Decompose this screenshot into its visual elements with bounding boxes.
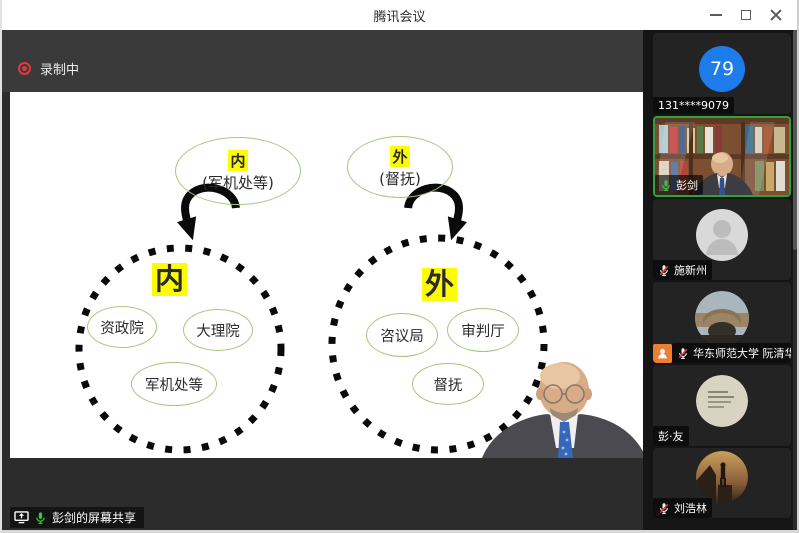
participant-name: 施新州 [674,262,707,278]
node-label: 大理院 [196,320,240,341]
sunset-avatar-image [696,451,748,503]
document-avatar-image [696,375,748,427]
left-group-title: 内 [152,263,187,296]
role-badge [653,344,672,363]
screen-share-icon [14,511,29,524]
person-silhouette-icon [696,209,748,261]
node-shenpanting: 审判厅 [447,308,519,352]
screen-share-label: 彭剑的屏幕共享 [52,509,136,526]
window-controls [701,0,791,30]
mic-muted-icon [658,264,670,277]
node-zouyiju: 咨议局 [366,313,438,357]
close-icon [770,9,782,21]
oval-outer-top: 外 (督抚) [347,136,453,198]
mic-on-icon [660,179,672,192]
mic-on-icon [34,511,47,525]
node-label: 审判厅 [461,320,505,341]
sidebar-scrollbar[interactable] [793,30,797,530]
avatar-photo [695,291,749,345]
oval-inner-top-sub: (军机处等) [202,172,274,193]
minimize-button[interactable] [701,0,731,30]
participant-tile-phone-user[interactable]: 79 131****9079 [653,33,791,114]
avatar-photo [696,375,748,427]
maximize-icon [741,10,751,20]
shared-slide: 内 (军机处等) 外 (督抚) 内 资政院 大理院 军机处等 [10,92,647,458]
screen-share-banner: 彭剑的屏幕共享 [10,507,144,528]
meeting-topbar: 录制中 [2,30,643,92]
participant-tile-shixinzhou[interactable]: 施新州 [653,199,791,280]
titlebar: 腾讯会议 [2,0,797,30]
avatar-number: 79 [699,46,745,92]
shared-screen-area: 录制中 [2,30,643,530]
participant-name: 131****9079 [658,99,729,112]
participant-name: 彭·友 [658,428,684,444]
meeting-content: 录制中 [2,30,797,530]
maximize-button[interactable] [731,0,761,30]
node-zizhengyuan: 资政院 [87,306,157,348]
avatar-placeholder [696,209,748,261]
recording-label: 录制中 [40,59,79,78]
person-badge-icon [656,347,669,360]
participant-tile-liuhaolin[interactable]: 刘浩林 [653,448,791,518]
meeting-window: 腾讯会议 录制中 [0,0,799,533]
mic-muted-icon [658,502,670,515]
presenter-camera-overlay [472,356,647,458]
avatar-photo [696,451,748,503]
bridge-avatar-image [695,291,749,345]
close-button[interactable] [761,0,791,30]
oval-outer-top-sub: (督抚) [379,168,421,189]
node-junjichu: 军机处等 [131,362,217,406]
right-group-title: 外 [422,268,457,301]
participant-tiles: 79 131****9079 [653,33,791,518]
node-label: 督抚 [434,374,463,395]
participant-tile-ruanqinghua[interactable]: 华东师范大学 阮清华 [653,282,791,363]
node-label: 军机处等 [145,374,203,395]
recording-indicator[interactable]: 录制中 [18,59,79,78]
oval-inner-top-title: 内 [228,150,247,171]
participant-name: 华东师范大学 阮清华 [693,345,791,361]
oval-inner-top: 内 (军机处等) [175,137,301,205]
window-title: 腾讯会议 [373,6,425,25]
minimize-icon [710,14,722,16]
participants-sidebar: 79 131****9079 [643,30,797,530]
node-label: 资政院 [100,317,144,338]
participant-tile-pengjian[interactable]: 彭剑 [653,116,791,197]
mic-muted-icon [677,347,689,360]
node-label: 咨议局 [380,325,424,346]
participant-name: 彭剑 [676,177,698,193]
node-daliyuan: 大理院 [183,309,253,351]
oval-outer-top-title: 外 [390,146,409,167]
participant-name: 刘浩林 [674,500,707,516]
record-icon [18,62,31,75]
scrollbar-thumb[interactable] [793,30,797,250]
participant-tile-pengyou[interactable]: 彭·友 [653,365,791,446]
